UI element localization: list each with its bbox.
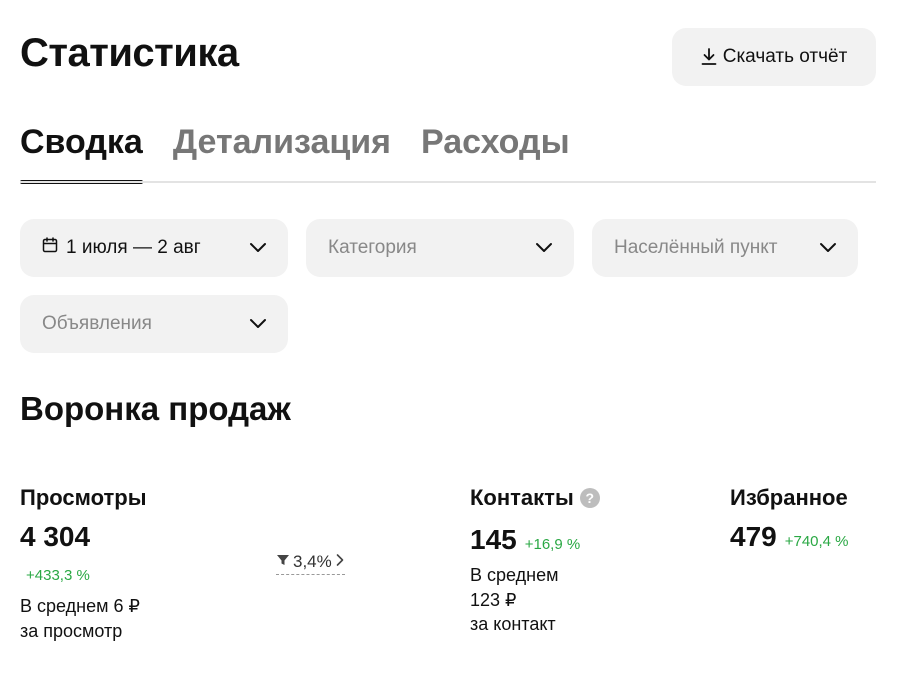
contacts-value: 145	[470, 524, 517, 555]
views-label: Просмотры	[20, 485, 147, 510]
contacts-note-line1: В среднем	[470, 565, 559, 585]
category-placeholder: Категория	[328, 237, 417, 258]
conversion-value: 3,4%	[293, 552, 332, 571]
tabs-divider	[20, 181, 876, 183]
ads-placeholder: Объявления	[42, 313, 152, 334]
favorites-label: Избранное	[730, 485, 848, 510]
page-title: Статистика	[20, 31, 239, 75]
chevron-down-icon	[248, 318, 268, 330]
calendar-icon	[42, 237, 58, 259]
chevron-down-icon	[534, 242, 554, 254]
contacts-value-row: 145 +16,9 %	[470, 523, 580, 557]
contacts-label-row: Контакты ?	[470, 484, 600, 512]
chevron-down-icon	[818, 242, 838, 254]
tabs: Сводка Детализация Расходы	[20, 118, 570, 184]
funnel-icon	[276, 552, 290, 572]
views-value: 4 304	[20, 521, 91, 552]
contacts-delta: +16,9 %	[524, 536, 581, 553]
city-select[interactable]: Населённый пункт	[592, 219, 858, 277]
tab-summary[interactable]: Сводка	[20, 118, 143, 184]
contacts-label: Контакты	[470, 485, 574, 510]
date-range-select[interactable]: 1 июля — 2 авг	[20, 219, 288, 277]
views-note-line2: за просмотр	[20, 621, 123, 641]
download-report-button[interactable]: Скачать отчёт	[672, 28, 876, 86]
sales-funnel-title: Воронка продаж	[20, 390, 291, 427]
chevron-right-icon	[335, 552, 345, 572]
download-report-label: Скачать отчёт	[722, 46, 848, 67]
city-placeholder: Населённый пункт	[614, 237, 778, 258]
tab-expenses[interactable]: Расходы	[421, 118, 570, 182]
contacts-note-line3: за контакт	[470, 614, 556, 634]
favorites-value-row: 479 +740,4 %	[730, 520, 849, 554]
category-select[interactable]: Категория	[306, 219, 574, 277]
chevron-down-icon	[248, 242, 268, 254]
ads-select[interactable]: Объявления	[20, 295, 288, 353]
favorites-value: 479	[730, 521, 777, 552]
tab-details[interactable]: Детализация	[173, 118, 391, 182]
favorites-delta: +740,4 %	[784, 533, 849, 550]
conversion-link[interactable]: 3,4%	[276, 552, 345, 575]
contacts-note-line2: 123 ₽	[470, 590, 517, 610]
views-delta: +433,3 %	[26, 567, 90, 584]
download-icon	[701, 48, 717, 66]
date-range-value: 1 июля — 2 авг	[66, 237, 201, 258]
help-icon[interactable]: ?	[579, 488, 600, 508]
views-note-line1: В среднем 6 ₽	[20, 596, 140, 616]
